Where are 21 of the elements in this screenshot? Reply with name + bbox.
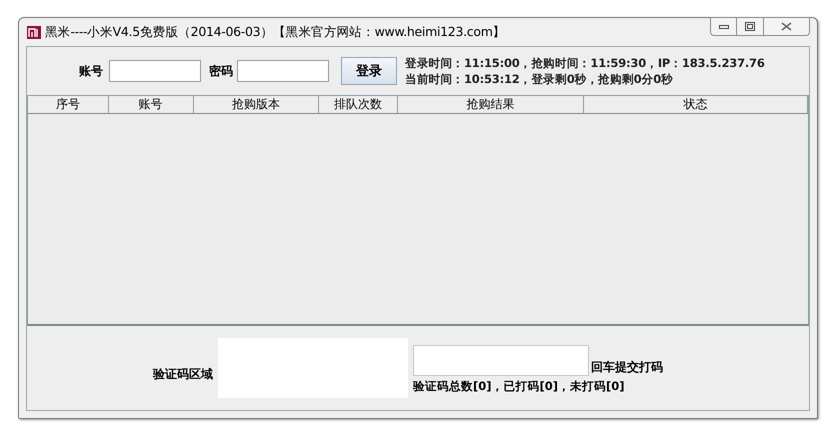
captcha-input-field[interactable]: [413, 344, 589, 376]
captcha-area-label: 验证码区域: [153, 366, 213, 382]
status-line: 当前时间：10:53:12，登录剩0秒，抢购剩0分0秒: [405, 71, 674, 87]
submit-hint: 回车提交打码: [591, 358, 663, 376]
account-label: 账号: [79, 62, 103, 80]
password-field[interactable]: [237, 60, 329, 82]
minimize-button[interactable]: [710, 17, 737, 36]
password-label: 密码: [209, 62, 233, 80]
status-line: 登录时间：11:15:00，抢购时间：11:59:30，IP：183.5.237.76: [405, 55, 765, 71]
account-field[interactable]: [109, 60, 201, 82]
minimize-icon: [718, 24, 728, 30]
login-button[interactable]: 登录: [341, 57, 397, 85]
close-button[interactable]: [764, 17, 810, 36]
captcha-stats: 验证码总数[0]，已打码[0]，未打码[0]: [413, 378, 626, 394]
column-header[interactable]: 状态: [584, 96, 808, 113]
app-logo-icon: [27, 26, 41, 38]
window-title: 黑米----小米V4.5免费版（2014-06-03）【黑米官方网站：www.heimi123.com】: [45, 24, 506, 40]
maximize-button[interactable]: [737, 17, 764, 36]
column-header[interactable]: 抢购版本: [194, 96, 320, 113]
maximize-icon: [745, 22, 755, 31]
close-icon: [781, 22, 792, 31]
